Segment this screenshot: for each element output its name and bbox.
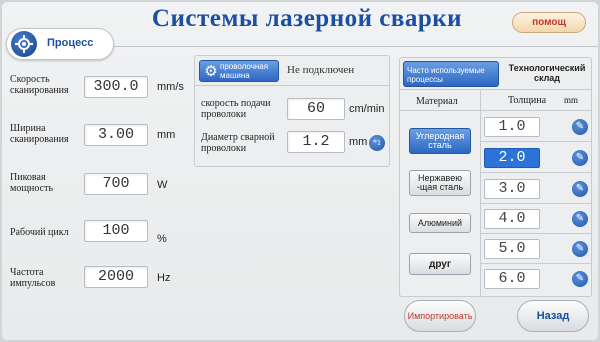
wire-diameter-unit: mm (349, 136, 368, 148)
row-divider (480, 203, 591, 204)
material-other[interactable]: друг (409, 253, 471, 275)
peak-power-unit: W (157, 179, 168, 191)
peak-power-label: Пиковая мощность (10, 172, 53, 194)
duty-cycle-unit: % (157, 233, 167, 245)
thickness-cell[interactable]: 4.0 (484, 209, 540, 229)
tab-tech-warehouse[interactable]: Технологический склад (504, 63, 590, 83)
wire-feeder-header: ⚙ проволочная машина Не подключен (195, 56, 389, 86)
header-divider-row (400, 110, 591, 111)
edit-icon[interactable]: ✎ (572, 181, 588, 197)
gear-process-icon (11, 31, 37, 57)
column-divider (480, 90, 481, 296)
tabs-divider (400, 89, 591, 90)
row-divider (480, 141, 591, 142)
scan-width-input[interactable]: 3.00 (84, 124, 148, 146)
peak-power-input[interactable]: 700 (84, 173, 148, 195)
materials-panel: Часто используемые процессы Технологичес… (399, 57, 592, 297)
row-divider (480, 172, 591, 173)
thickness-unit-header: mm (564, 95, 579, 105)
edit-icon[interactable]: ✎ (572, 211, 588, 227)
edit-icon[interactable]: ✎ (572, 271, 588, 287)
pulse-frequency-input[interactable]: 2000 (84, 266, 148, 288)
thickness-cell[interactable]: 2.0 (484, 148, 540, 168)
pulse-frequency-unit: Hz (157, 272, 171, 284)
thickness-cell[interactable]: 6.0 (484, 269, 540, 289)
app-screen: Системы лазерной сварки помощ Процесс Ск… (2, 2, 598, 340)
wire-feeder-panel: ⚙ проволочная машина Не подключен скорос… (194, 55, 390, 167)
scan-width-label: Ширина сканирования (10, 123, 69, 145)
wire-feeder-button-label: проволочная машина (220, 62, 269, 80)
wire-speed-unit: cm/min (349, 103, 385, 115)
wire-diameter-label: Диаметр сварной проволоки (201, 132, 275, 154)
duty-cycle-input[interactable]: 100 (84, 220, 148, 242)
wire-feeder-button[interactable]: ⚙ проволочная машина (199, 60, 279, 82)
scan-speed-unit: mm/s (157, 81, 184, 93)
thickness-column-header: Толщина (508, 95, 547, 106)
header-divider (112, 46, 598, 47)
gear-icon: ⚙ (204, 64, 218, 80)
row-divider (480, 263, 591, 264)
tab-common-processes[interactable]: Часто используемые процессы (403, 61, 499, 87)
material-carbon-steel[interactable]: Углеродная сталь (409, 128, 471, 154)
pulse-frequency-label: Частота импульсов (10, 267, 56, 289)
connection-status: Не подключен (287, 64, 355, 76)
thickness-cell[interactable]: 3.0 (484, 179, 540, 199)
scan-speed-label: Скорость сканирования (10, 74, 69, 96)
wire-speed-label: скорость подачи проволоки (201, 98, 271, 120)
edit-icon[interactable]: ✎ (572, 241, 588, 257)
edit-icon[interactable]: ✎ (572, 119, 588, 135)
wire-diameter-input[interactable]: 1.2 (287, 131, 345, 153)
back-button[interactable]: Назад (517, 300, 589, 332)
thickness-cell[interactable]: 5.0 (484, 239, 540, 259)
material-column-header: Материал (416, 96, 458, 107)
process-tab[interactable]: Процесс (6, 28, 114, 60)
import-button[interactable]: Импортировать (404, 300, 476, 332)
thickness-cell[interactable]: 1.0 (484, 117, 540, 137)
process-tab-label: Процесс (47, 37, 94, 49)
row-divider (480, 233, 591, 234)
page-title: Системы лазерной сварки (151, 5, 463, 32)
scan-speed-input[interactable]: 300.0 (84, 76, 148, 98)
edit-icon[interactable]: ✎ (572, 150, 588, 166)
diameter-multiplier-badge[interactable]: *1 (369, 135, 385, 151)
help-button[interactable]: помощ (512, 12, 586, 33)
duty-cycle-label: Рабочий цикл (10, 227, 69, 238)
material-stainless-steel[interactable]: Нержавею -щая сталь (409, 170, 471, 196)
scan-width-unit: mm (157, 129, 176, 141)
material-aluminium[interactable]: Алюминий (409, 213, 471, 233)
wire-speed-input[interactable]: 60 (287, 98, 345, 120)
